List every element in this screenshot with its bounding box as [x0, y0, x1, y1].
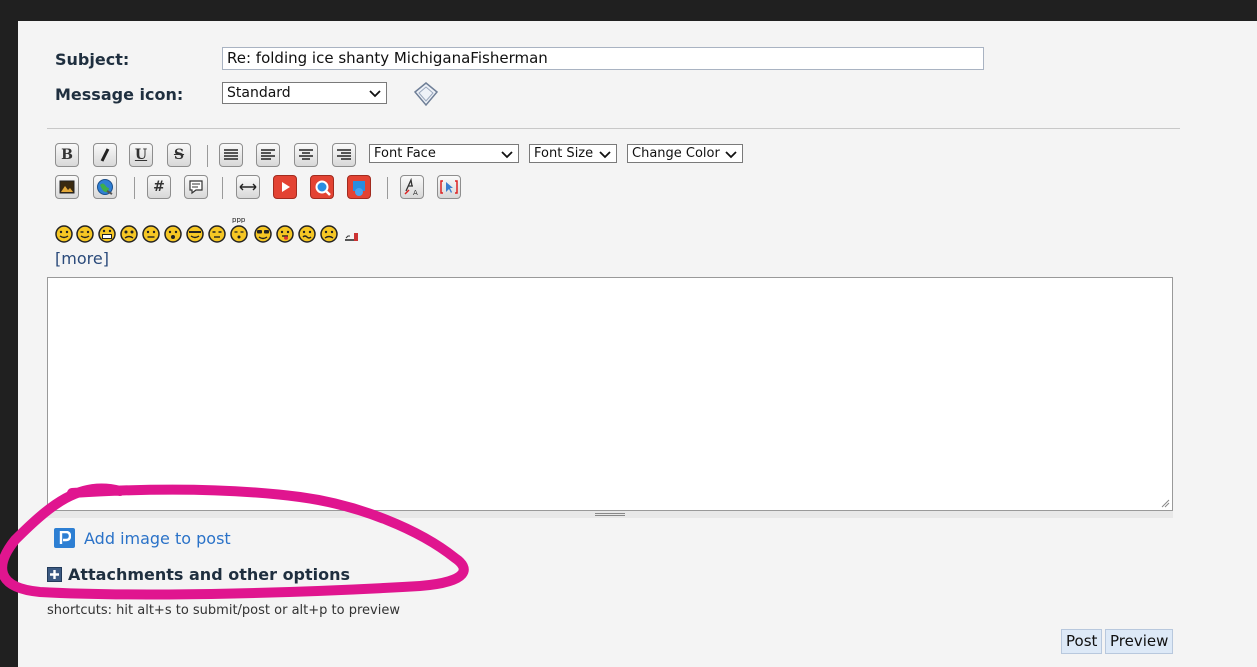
- underline-button[interactable]: U: [129, 143, 153, 167]
- zzz-icon: ppp: [232, 216, 246, 223]
- quote-button[interactable]: [184, 175, 208, 199]
- photo-icon: [54, 528, 75, 548]
- more-smilies-link[interactable]: [more]: [55, 249, 109, 268]
- angry-icon[interactable]: [120, 225, 138, 243]
- font-size-value: Font Size: [534, 146, 594, 161]
- quote-icon: [189, 180, 203, 195]
- justify-button[interactable]: [219, 143, 243, 167]
- toolbar-separator: [222, 177, 223, 199]
- select-button[interactable]: [437, 175, 461, 199]
- youtube-icon: [282, 182, 290, 192]
- strikethrough-button[interactable]: S: [167, 143, 191, 167]
- image-icon: [59, 180, 75, 194]
- surprised-icon[interactable]: [164, 225, 182, 243]
- resizer-grip-icon: [595, 513, 625, 514]
- align-justify-icon: [224, 149, 238, 160]
- confused-icon[interactable]: [298, 225, 316, 243]
- align-left-icon: [261, 149, 275, 160]
- link-icon: [97, 179, 113, 195]
- shortcuts-hint: shortcuts: hit alt+s to submit/post or a…: [47, 603, 400, 618]
- sad-icon[interactable]: [320, 225, 338, 243]
- grin-icon[interactable]: [98, 225, 116, 243]
- align-right-icon: [337, 149, 351, 160]
- align-right-button[interactable]: [332, 143, 356, 167]
- toolbar-separator: [387, 177, 388, 199]
- zzz-face-icon[interactable]: [230, 225, 248, 243]
- svg-text:ppp: ppp: [232, 216, 246, 223]
- search-video-button[interactable]: [310, 175, 334, 199]
- italic-button[interactable]: [93, 143, 117, 167]
- resize-grip-icon[interactable]: [1161, 499, 1170, 508]
- change-color-select[interactable]: Change Color: [627, 144, 743, 163]
- post-button[interactable]: Post: [1061, 629, 1103, 654]
- media-button[interactable]: [347, 175, 371, 199]
- sleepy-icon[interactable]: [208, 225, 226, 243]
- attachments-label: Attachments and other options: [68, 565, 351, 584]
- svg-text:A: A: [413, 189, 418, 196]
- align-center-button[interactable]: [294, 143, 318, 167]
- media-icon: [353, 181, 365, 196]
- chevron-down-icon: [501, 150, 513, 158]
- cool-icon[interactable]: [186, 225, 204, 243]
- change-color-value: Change Color: [632, 146, 720, 161]
- underline-icon: U: [134, 147, 148, 163]
- smiley-icon[interactable]: [55, 225, 73, 243]
- textarea-resizer[interactable]: [47, 511, 1173, 518]
- attachments-toggle[interactable]: Attachments and other options: [47, 565, 350, 584]
- chevron-down-icon: [725, 150, 737, 158]
- message-icon-preview: [413, 82, 439, 107]
- neutral-icon[interactable]: [142, 225, 160, 243]
- gun-icon[interactable]: [342, 225, 360, 243]
- strikethrough-icon: S: [173, 147, 185, 163]
- tongue-icon[interactable]: [276, 225, 294, 243]
- sunglasses-icon[interactable]: [254, 225, 272, 243]
- message-icon-value: Standard: [227, 85, 291, 101]
- font-face-value: Font Face: [374, 146, 436, 161]
- italic-icon: [100, 148, 110, 162]
- hash-icon: #: [153, 179, 165, 195]
- insert-link-button[interactable]: [93, 175, 117, 199]
- youtube-button[interactable]: [273, 175, 297, 199]
- horizontal-rule-icon: [239, 183, 257, 191]
- font-size-select[interactable]: Font Size: [529, 144, 617, 163]
- align-left-button[interactable]: [256, 143, 280, 167]
- add-image-link[interactable]: Add image to post: [54, 528, 231, 548]
- message-icon-label: Message icon:: [55, 85, 184, 104]
- toolbar-separator: [134, 177, 135, 199]
- insert-image-button[interactable]: [55, 175, 79, 199]
- select-icon: [440, 180, 458, 194]
- wink-icon[interactable]: [76, 225, 94, 243]
- horizontal-rule-button[interactable]: [236, 175, 260, 199]
- code-button[interactable]: #: [147, 175, 171, 199]
- preview-button[interactable]: Preview: [1105, 629, 1174, 654]
- chevron-down-icon: [599, 150, 611, 158]
- align-center-icon: [299, 149, 313, 160]
- spellcheck-icon: A: [404, 178, 418, 196]
- subject-label: Subject:: [55, 50, 130, 69]
- add-image-label: Add image to post: [84, 528, 231, 548]
- toolbar-separator: [207, 145, 208, 167]
- font-face-select[interactable]: Font Face: [369, 144, 519, 163]
- chevron-down-icon: [369, 90, 381, 98]
- bold-icon: B: [61, 147, 73, 163]
- message-textarea[interactable]: [47, 277, 1173, 511]
- divider: [47, 128, 1180, 129]
- post-form-panel: Subject: Re: folding ice shanty Michigan…: [18, 21, 1257, 667]
- expand-icon: [47, 567, 62, 582]
- subject-input[interactable]: Re: folding ice shanty MichiganaFisherma…: [222, 47, 984, 70]
- message-icon-select[interactable]: Standard: [222, 82, 387, 104]
- search-video-icon: [315, 180, 331, 196]
- spellcheck-button[interactable]: A: [400, 175, 424, 199]
- bold-button[interactable]: B: [55, 143, 79, 167]
